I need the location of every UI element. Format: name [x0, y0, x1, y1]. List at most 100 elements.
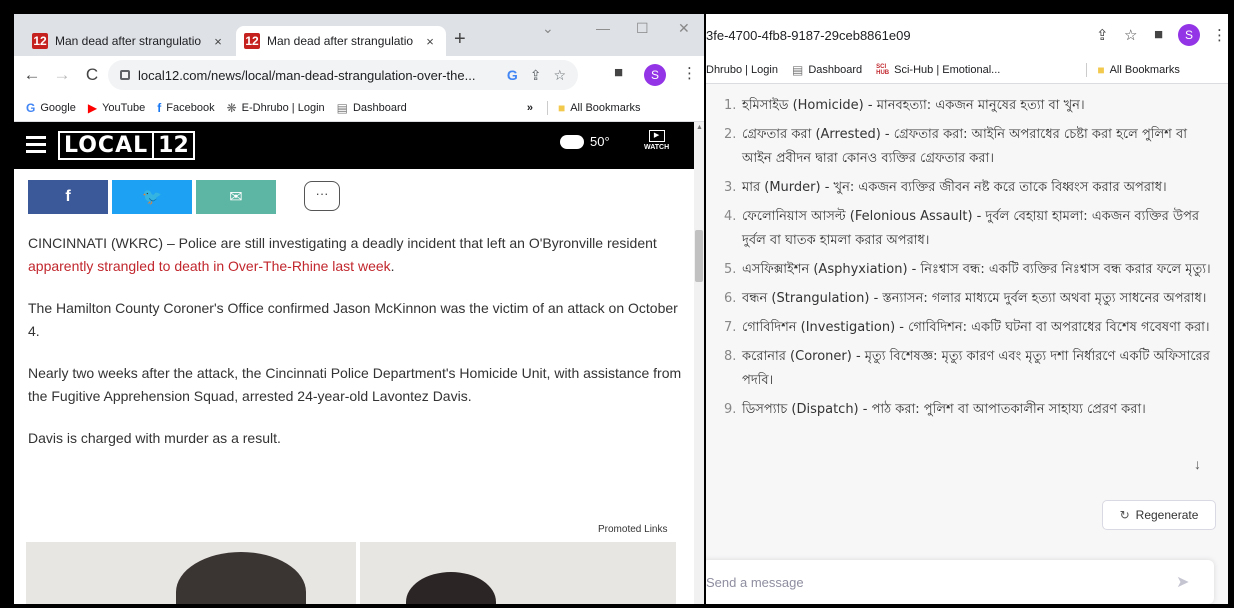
bookmark-dashboard[interactable]: ▤ Dashboard	[792, 63, 862, 77]
hamburger-menu-icon[interactable]	[26, 136, 46, 157]
item-number: 2.	[724, 127, 737, 142]
share-email-button[interactable]: ✉	[196, 180, 276, 214]
url-text: local12.com/news/local/man-dead-strangul…	[138, 67, 476, 83]
regenerate-button[interactable]: ↻ Regenerate	[1102, 500, 1216, 530]
address-bar[interactable]: local12.com/news/local/man-dead-strangul…	[108, 60, 578, 90]
share-icon[interactable]: ⇪	[1096, 26, 1109, 44]
back-icon[interactable]: ←	[20, 65, 44, 85]
youtube-icon: ▶	[87, 100, 98, 115]
answer-list: 1. হমিসাইড (Homicide) - মানবহত্যা: একজন ম…	[724, 94, 1219, 427]
menu-icon[interactable]: ⋮	[1212, 26, 1227, 44]
side-panel-icon[interactable]: ■	[1154, 26, 1163, 43]
bookmark-label: All Bookmarks	[570, 101, 641, 114]
temperature: 50°	[590, 134, 610, 149]
tab-close-icon[interactable]: ×	[422, 34, 438, 49]
maximize-icon[interactable]: ☐	[636, 20, 649, 37]
url-text[interactable]: 3fe-4700-4fb8-9187-29ceb8861e09	[706, 28, 911, 43]
cloud-icon	[560, 134, 584, 149]
weather-widget[interactable]: 50°	[560, 134, 610, 149]
refresh-icon: ↻	[1119, 508, 1130, 522]
reload-icon[interactable]: C	[80, 65, 104, 85]
comment-button[interactable]: ···	[304, 181, 340, 211]
article-link[interactable]: apparently strangled to death in Over-Th…	[28, 258, 391, 274]
bookmarks-overflow-icon[interactable]: »	[527, 102, 533, 114]
chevron-down-icon[interactable]: ⌄	[542, 20, 554, 37]
bookmark-label: Facebook	[166, 101, 215, 114]
google-lens-icon[interactable]: G	[507, 67, 518, 83]
all-bookmarks[interactable]: ■ All Bookmarks	[1086, 62, 1180, 77]
minimize-icon[interactable]: —	[596, 20, 610, 36]
comment-icon: ···	[315, 186, 329, 201]
tab-active[interactable]: 12 Man dead after strangulatio ×	[236, 26, 446, 56]
folder-icon: ■	[557, 100, 566, 115]
bookmark-edhrubo[interactable]: ❋ E-Dhrubo | Login	[227, 101, 325, 115]
bookmark-edhrubo[interactable]: Dhrubo | Login	[706, 64, 778, 76]
paragraph: The Hamilton County Coroner's Office con…	[28, 300, 678, 339]
star-icon[interactable]: ☆	[1124, 26, 1137, 44]
message-placeholder: Send a message	[706, 574, 804, 590]
item-text: হমিসাইড (Homicide) - মানবহত্যা: একজন মান…	[742, 98, 1085, 113]
tab-strip: 12 Man dead after strangulatio × 12 Man …	[14, 14, 704, 56]
photo-divider	[356, 542, 360, 604]
paragraph: CINCINNATI (WKRC) – Police are still inv…	[28, 232, 688, 278]
all-bookmarks[interactable]: ■ All Bookmarks	[546, 100, 641, 115]
send-icon[interactable]: ➤	[1176, 572, 1189, 592]
star-icon[interactable]: ☆	[553, 67, 566, 84]
item-number: 8.	[724, 349, 737, 364]
item-number: 1.	[724, 98, 737, 113]
list-item: 9. ডিসপ্যাচ (Dispatch) - পাঠ করা: পুলিশ ব…	[724, 398, 1219, 422]
menu-icon[interactable]: ⋮	[682, 64, 697, 82]
scihub-icon: SCI HUB	[876, 63, 890, 76]
scroll-down-icon[interactable]: ↓	[1194, 456, 1201, 472]
tab-close-icon[interactable]: ×	[210, 34, 226, 49]
share-icon[interactable]: ⇪	[530, 67, 542, 84]
share-twitter-button[interactable]: 🐦	[112, 180, 192, 214]
avatar[interactable]: S	[644, 64, 666, 86]
watch-button[interactable]: ▶ WATCH	[644, 130, 669, 151]
list-item: 2. গ্রেফতার করা (Arrested) - গ্রেফতার করা…	[724, 123, 1219, 171]
item-text: ফেলোনিয়াস আসল্ট (Felonious Assault) - দ…	[742, 209, 1200, 248]
local12-favicon-icon: 12	[32, 33, 48, 49]
item-text: গোবিদিশন (Investigation) - গোবিদিশন: একট…	[742, 320, 1210, 335]
bookmark-youtube[interactable]: ▶ YouTube	[88, 101, 145, 115]
page-scrollbar[interactable]: ▲	[694, 122, 704, 604]
forward-icon[interactable]: →	[50, 65, 74, 85]
bookmark-label: YouTube	[102, 101, 146, 114]
play-icon: ▶	[648, 130, 665, 142]
site-header: LOCAL 12 50° ▶ WATCH	[14, 122, 694, 169]
site-logo[interactable]: LOCAL 12	[58, 130, 195, 160]
bookmark-label: Dhrubo | Login	[706, 63, 778, 76]
side-panel-icon[interactable]: ■	[614, 64, 623, 81]
item-number: 4.	[724, 209, 737, 224]
list-item: 7. গোবিদিশন (Investigation) - গোবিদিশন: এ…	[724, 316, 1219, 340]
left-browser-window: 12 Man dead after strangulatio × 12 Man …	[14, 14, 704, 604]
tab-inactive[interactable]: 12 Man dead after strangulatio ×	[24, 26, 234, 56]
scroll-thumb[interactable]	[695, 230, 703, 282]
paragraph-text: CINCINNATI (WKRC) – Police are still inv…	[28, 235, 657, 251]
lock-icon	[120, 70, 130, 80]
logo-number: 12	[154, 130, 195, 160]
paragraph: Nearly two weeks after the attack, the C…	[28, 365, 682, 404]
item-number: 3.	[724, 180, 737, 195]
local12-favicon-icon: 12	[244, 33, 260, 49]
bookmark-dashboard[interactable]: ▤ Dashboard	[337, 101, 407, 115]
avatar[interactable]: S	[1178, 24, 1200, 46]
share-facebook-button[interactable]: f	[28, 180, 108, 214]
bookmark-facebook[interactable]: f Facebook	[157, 101, 214, 115]
message-input[interactable]: Send a message ➤	[706, 560, 1214, 604]
watch-label: WATCH	[644, 144, 670, 151]
item-text: এসফিক্সাইশন (Asphyxiation) - নিঃশ্বাস বন…	[742, 262, 1211, 277]
screen-frame: 12 Man dead after strangulatio × 12 Man …	[0, 0, 1234, 608]
scroll-up-icon[interactable]: ▲	[696, 124, 703, 131]
web-page: LOCAL 12 50° ▶ WATCH ▲ f 🐦 ✉ ··· CINCINN…	[14, 122, 704, 604]
bookmark-google[interactable]: G Google	[26, 101, 76, 115]
bookmark-scihub[interactable]: SCI HUB Sci-Hub | Emotional...	[876, 64, 1000, 76]
item-text: মার (Murder) - খুন: একজন ব্যক্তির জীবন ন…	[742, 180, 1167, 195]
right-browser-window: 3fe-4700-4fb8-9187-29ceb8861e09 ⇪ ☆ ■ S …	[706, 14, 1228, 604]
article-photo[interactable]	[26, 542, 676, 604]
new-tab-button[interactable]: +	[454, 28, 466, 51]
close-window-icon[interactable]: ✕	[678, 20, 690, 37]
paragraph-text: .	[390, 258, 395, 274]
photo-person	[176, 552, 306, 604]
list-item: 4. ফেলোনিয়াস আসল্ট (Felonious Assault) -…	[724, 205, 1219, 253]
